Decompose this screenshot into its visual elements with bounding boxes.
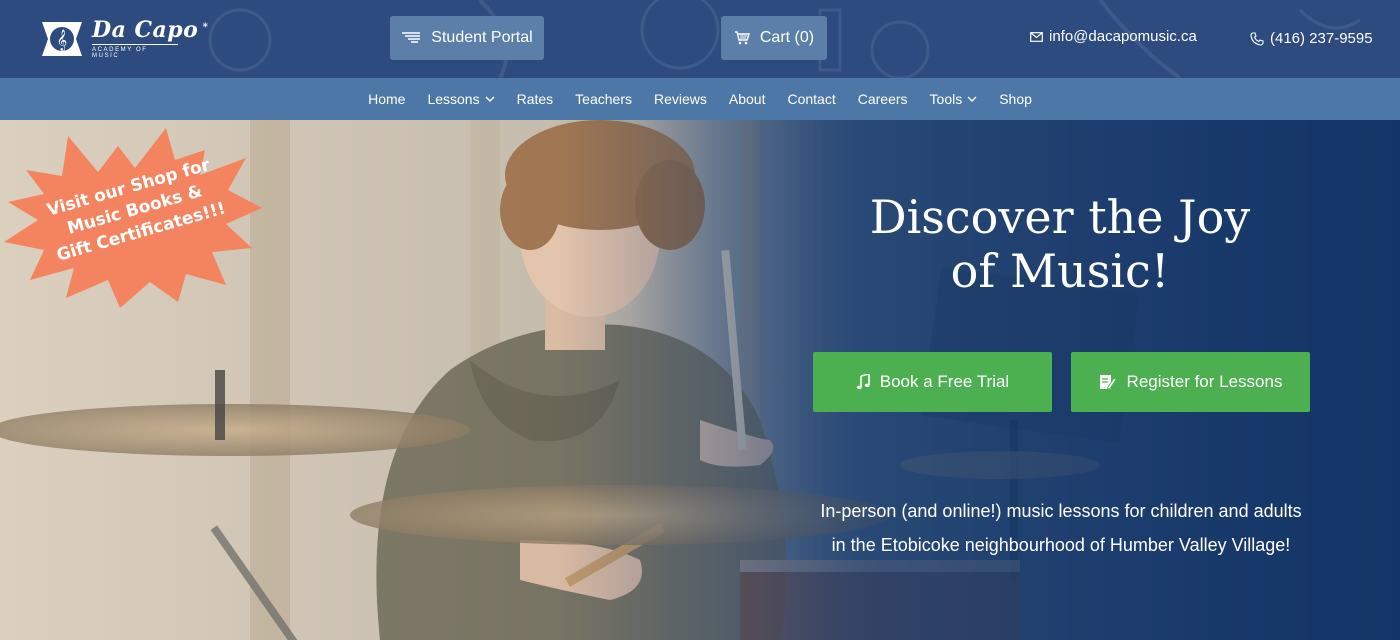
phone-icon xyxy=(1250,31,1264,46)
music-note-icon xyxy=(856,374,870,390)
student-portal-button[interactable]: Student Portal xyxy=(390,16,544,60)
hero-subtitle-line-1: In-person (and online!) music lessons fo… xyxy=(820,501,1302,521)
cart-label: Cart (0) xyxy=(759,29,815,46)
logo-name: Da Capo * xyxy=(92,17,209,43)
main-nav: Home Lessons Rates Teachers Reviews Abou… xyxy=(0,78,1400,120)
hero-subtitle: In-person (and online!) music lessons fo… xyxy=(800,494,1322,562)
nav-item-shop[interactable]: Shop xyxy=(988,91,1043,107)
nav-item-home[interactable]: Home xyxy=(357,91,416,107)
phone-text: (416) 237-9595 xyxy=(1270,30,1373,47)
nav-item-rates[interactable]: Rates xyxy=(506,91,565,107)
portal-lines-icon xyxy=(402,32,421,43)
phone-link[interactable]: (416) 237-9595 xyxy=(1250,30,1373,47)
chevron-down-icon xyxy=(485,96,495,102)
register-for-lessons-label: Register for Lessons xyxy=(1126,372,1283,391)
cart-button[interactable]: Cart (0) xyxy=(721,16,827,60)
logo-tagline: ACADEMY OF MUSIC xyxy=(92,44,178,59)
cart-icon xyxy=(734,31,750,45)
register-for-lessons-button[interactable]: Register for Lessons xyxy=(1071,352,1310,412)
svg-text:𝄞: 𝄞 xyxy=(57,30,68,51)
envelope-icon xyxy=(1030,31,1043,42)
site-logo[interactable]: 𝄞 Da Capo * ACADEMY OF MUSIC xyxy=(40,17,209,60)
nav-item-tools[interactable]: Tools xyxy=(919,91,989,107)
hero-section: Visit our Shop for Music Books & Gift Ce… xyxy=(0,120,1400,640)
email-link[interactable]: info@dacapomusic.ca xyxy=(1030,28,1197,45)
book-free-trial-button[interactable]: Book a Free Trial xyxy=(813,352,1052,412)
email-text: info@dacapomusic.ca xyxy=(1049,28,1197,45)
hero-title-line-1: Discover the Joy xyxy=(869,190,1251,244)
nav-item-careers[interactable]: Careers xyxy=(847,91,919,107)
logo-star: * xyxy=(202,22,209,33)
top-bar: 𝄞 Da Capo * ACADEMY OF MUSIC Student Port… xyxy=(0,0,1400,78)
nav-item-teachers[interactable]: Teachers xyxy=(564,91,643,107)
nav-item-contact[interactable]: Contact xyxy=(776,91,846,107)
hero-title: Discover the Joy of Music! xyxy=(810,190,1310,298)
student-portal-label: Student Portal xyxy=(431,29,533,46)
shop-promo-starburst[interactable]: Visit our Shop for Music Books & Gift Ce… xyxy=(0,120,270,310)
book-free-trial-label: Book a Free Trial xyxy=(879,372,1010,391)
nav-item-lessons[interactable]: Lessons xyxy=(416,91,505,107)
treble-clef-logo-icon: 𝄞 xyxy=(42,22,82,56)
nav-item-about[interactable]: About xyxy=(718,91,777,107)
nav-item-reviews[interactable]: Reviews xyxy=(643,91,718,107)
hero-title-line-2: of Music! xyxy=(950,244,1170,298)
edit-form-icon xyxy=(1099,375,1117,390)
hero-subtitle-line-2: in the Etobicoke neighbourhood of Humber… xyxy=(831,535,1291,555)
chevron-down-icon xyxy=(967,96,977,102)
